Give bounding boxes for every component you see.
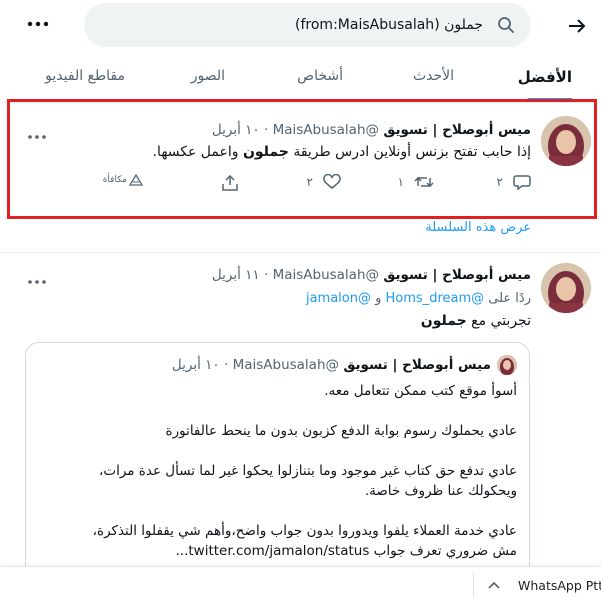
quoted-tweet-header: ميس أبوصلاح | تسويق @MaisAbusalah · ١٠ أ… <box>171 357 491 373</box>
tweet-actions: ٢ ١ ٢ مكافأة <box>61 174 531 196</box>
search-input[interactable]: جملون (from:MaisAbusalah) <box>84 3 531 47</box>
avatar <box>497 355 517 375</box>
quoted-tweet[interactable]: ميس أبوصلاح | تسويق @MaisAbusalah · ١٠ أ… <box>25 342 530 582</box>
tweet-text: تجربتي مع جملون <box>420 313 531 329</box>
rewards-icon <box>129 174 143 186</box>
author-handle[interactable]: @MaisAbusalah <box>273 267 379 283</box>
tweet-header: ميس أبوصلاح | تسويق @MaisAbusalah · ١١ أ… <box>211 267 531 283</box>
tweet-more-icon[interactable] <box>24 124 46 139</box>
author-name[interactable]: ميس أبوصلاح | تسويق <box>383 267 531 283</box>
tab-top[interactable]: الأفضل <box>518 68 572 86</box>
replying-to: ردًا على @Homs_dream و @jamalon <box>305 291 531 306</box>
author-handle[interactable]: @MaisAbusalah <box>273 122 379 138</box>
download-item[interactable]: WhatsApp Ptt <box>488 567 601 602</box>
downloads-bar: WhatsApp Ptt <box>0 566 601 602</box>
rewards-button[interactable]: مكافأة <box>103 174 143 186</box>
quoted-text-line: مش ضروري تعرف جواب twitter.com/jamalon/s… <box>175 543 517 559</box>
mention-link[interactable]: @Homs_dream <box>386 291 485 306</box>
chevron-up-icon[interactable] <box>488 581 500 589</box>
tweet-date[interactable]: ١١ أبريل <box>212 267 260 283</box>
quoted-text-line: عادي خدمة العملاء يلفوا ويدوروا بدون جوا… <box>92 523 517 539</box>
tweet-text: إذا حابب تفتح بزنس أونلاين ادرس طريقة جم… <box>152 144 531 160</box>
top-bar: جملون (from:MaisAbusalah) <box>0 0 601 52</box>
tab-videos[interactable]: مقاطع الفيديو <box>45 68 125 84</box>
tab-latest[interactable]: الأحدث <box>413 68 454 84</box>
avatar[interactable] <box>541 116 591 166</box>
heart-icon <box>323 174 341 189</box>
quoted-text-line: عادي يحملوك رسوم بوابة الدفع كزبون بدون … <box>165 423 518 439</box>
quoted-text-line: عادي تدفع حق كتاب غير موجود وما بتنازلوا… <box>99 463 517 479</box>
tab-photos[interactable]: الصور <box>191 68 225 84</box>
search-query-text: جملون (from:MaisAbusalah) <box>295 17 483 33</box>
retweet-button[interactable]: ١ <box>398 174 434 190</box>
download-item-label: WhatsApp Ptt <box>518 577 601 593</box>
quoted-text-line: أسوأ موقع كتب ممكن تتعامل معه. <box>324 383 517 399</box>
tweet-header: ميس أبوصلاح | تسويق @MaisAbusalah · ١٠ أ… <box>211 122 531 138</box>
share-icon <box>222 174 238 191</box>
avatar[interactable] <box>541 263 591 313</box>
search-tabs: الأفضل الأحدث أشخاص الصور مقاطع الفيديو <box>0 60 601 102</box>
search-icon <box>497 16 515 34</box>
tabs-divider <box>0 102 601 103</box>
more-options-icon[interactable] <box>22 10 54 38</box>
tab-people[interactable]: أشخاص <box>297 68 343 84</box>
share-button[interactable] <box>221 174 239 192</box>
show-thread-link[interactable]: عرض هذه السلسلة <box>425 220 531 235</box>
reply-icon <box>513 175 531 190</box>
tweet-date[interactable]: ١٠ أبريل <box>212 122 260 138</box>
reply-button[interactable]: ٢ <box>497 174 531 190</box>
back-arrow-icon[interactable] <box>561 10 593 42</box>
author-name: ميس أبوصلاح | تسويق <box>343 357 491 373</box>
tweet-date: ١٠ أبريل <box>171 357 220 373</box>
mention-link[interactable]: @jamalon <box>306 291 371 306</box>
author-handle: @MaisAbusalah <box>232 357 340 373</box>
author-name[interactable]: ميس أبوصلاح | تسويق <box>383 122 531 138</box>
downloads-divider <box>473 573 474 597</box>
like-button[interactable]: ٢ <box>307 174 341 190</box>
tweet-more-icon[interactable] <box>24 269 46 284</box>
quoted-text-line: ويحكولك عنا ظروف خاصة. <box>364 483 517 499</box>
retweet-icon <box>414 176 434 188</box>
